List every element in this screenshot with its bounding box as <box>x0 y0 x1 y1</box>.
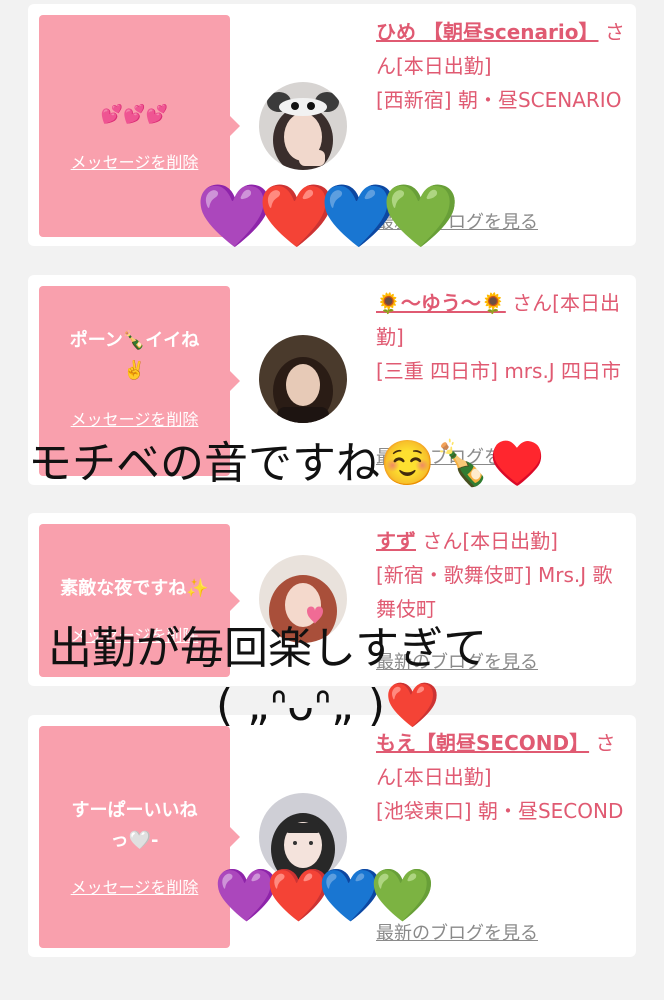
red-heart-icon: ❤️ <box>266 866 331 926</box>
cast-name-link[interactable]: すず <box>376 529 416 553</box>
cast-status: さん[本日出勤] <box>416 529 558 553</box>
cast-name-link[interactable]: ひめ 【朝昼scenario】 <box>376 20 598 44</box>
red-heart-icon: ❤️ <box>258 179 336 252</box>
cast-location: [新宿・歌舞伎町] Mrs.J 歌舞伎町 <box>376 563 613 621</box>
cast-location: [池袋東口] 朝・昼SECOND <box>376 799 624 823</box>
green-heart-icon: 💚 <box>382 179 460 252</box>
cast-location: [西新宿] 朝・昼SCENARIO <box>376 88 622 112</box>
green-heart-icon: 💚 <box>370 866 435 926</box>
blue-heart-icon: 💙 <box>318 866 383 926</box>
cast-info: すず さん[本日出勤] [新宿・歌舞伎町] Mrs.J 歌舞伎町 <box>376 524 628 626</box>
delete-message-link[interactable]: メッセージを削除 <box>39 149 230 173</box>
heart-sticker-row: 💜❤️💙💚 <box>196 179 460 252</box>
cast-name-link[interactable]: 🌻〜ゆう〜🌻 <box>376 291 506 315</box>
message-text: 素敵な夜ですね✨ <box>60 578 209 599</box>
cast-location: [三重 四日市] mrs.J 四日市 <box>376 359 622 383</box>
message-text: すーぱーいいねっ🤍- <box>71 800 198 851</box>
purple-heart-icon: 💜 <box>214 866 279 926</box>
delete-message-link[interactable]: メッセージを削除 <box>39 874 230 898</box>
message-bubble: すーぱーいいねっ🤍- メッセージを削除 <box>39 726 240 948</box>
heart-sticker-row: 💜❤️💙💚 <box>214 866 435 926</box>
overlay-caption: モチベの音ですね☺️🍾♥️ <box>28 438 545 489</box>
delete-message-link[interactable]: メッセージを削除 <box>39 406 230 430</box>
message-text: 💕💕💕 <box>100 104 169 125</box>
overlay-caption: 出勤が毎回楽しすぎて <box>48 623 488 674</box>
cast-name-link[interactable]: もえ【朝昼SECOND】 <box>376 731 589 755</box>
overlay-caption: ( „ᐢᴗᐢ„ )❤️ <box>216 680 440 731</box>
cast-info: ひめ 【朝昼scenario】 さん[本日出勤] [西新宿] 朝・昼SCENAR… <box>376 15 628 117</box>
cast-info: 🌻〜ゆう〜🌻 さん[本日出勤] [三重 四日市] mrs.J 四日市 <box>376 286 628 388</box>
avatar[interactable] <box>259 335 347 423</box>
cast-info: もえ【朝昼SECOND】 さん[本日出勤] [池袋東口] 朝・昼SECOND <box>376 726 628 828</box>
avatar[interactable] <box>259 82 347 170</box>
purple-heart-icon: 💜 <box>196 179 274 252</box>
message-text: ポーン🍾イイね✌️ <box>69 330 200 381</box>
blue-heart-icon: 💙 <box>320 179 398 252</box>
